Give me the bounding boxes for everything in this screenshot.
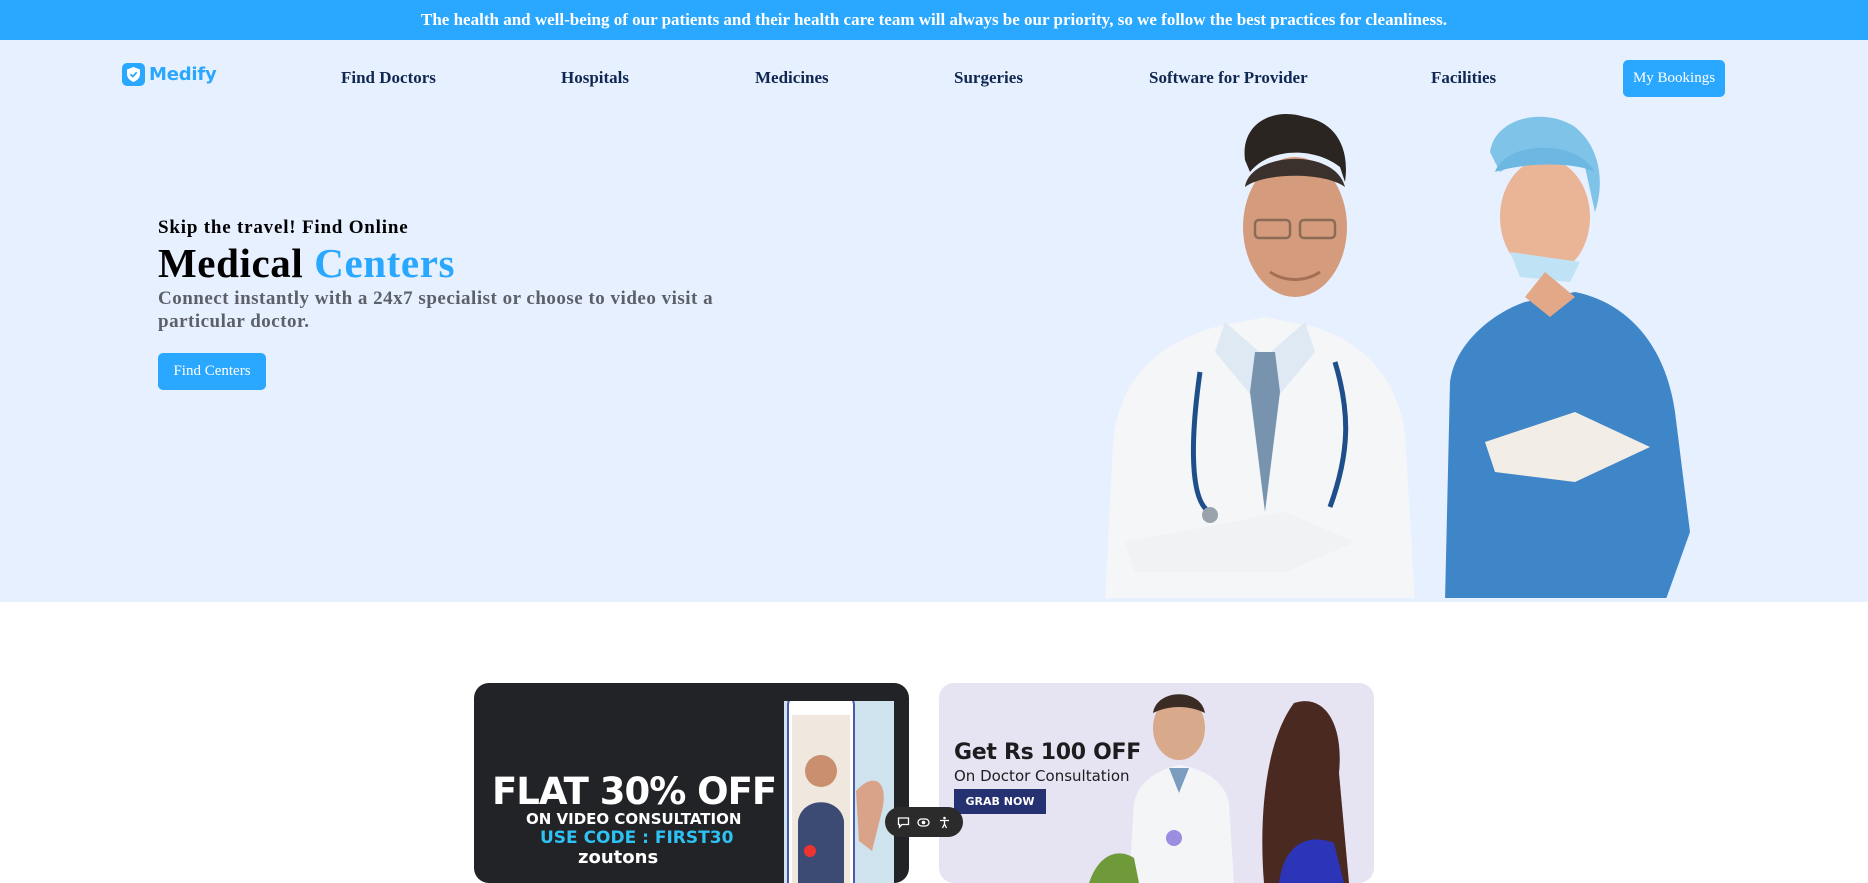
nav-hospitals[interactable]: Hospitals <box>561 68 629 88</box>
offer-card-doctor-consultation[interactable]: Get Rs 100 OFF On Doctor Consultation GR… <box>939 683 1374 883</box>
find-centers-button[interactable]: Find Centers <box>158 353 266 390</box>
shield-check-icon <box>122 63 145 86</box>
floating-toolbar <box>885 807 963 837</box>
nav-software-for-provider[interactable]: Software for Provider <box>1149 68 1308 88</box>
video-call-phone-image <box>784 701 894 883</box>
offer1-code: USE CODE : FIRST30 <box>540 828 734 848</box>
grab-now-button[interactable]: GRAB NOW <box>954 789 1046 814</box>
hero-title: Medical Centers <box>158 239 455 287</box>
chat-icon[interactable] <box>895 814 911 830</box>
announcement-bar: The health and well-being of our patient… <box>0 0 1868 40</box>
hero-title-main: Medical <box>158 240 304 286</box>
hero-description: Connect instantly with a 24x7 specialist… <box>158 288 714 332</box>
nav-medicines[interactable]: Medicines <box>755 68 829 88</box>
eye-icon[interactable] <box>916 814 932 830</box>
hero-subtitle: Skip the travel! Find Online <box>158 217 409 238</box>
my-bookings-button[interactable]: My Bookings <box>1623 60 1725 97</box>
offer1-subline: ON VIDEO CONSULTATION <box>526 810 742 828</box>
nav-surgeries[interactable]: Surgeries <box>954 68 1023 88</box>
doctors-hero-image <box>1105 113 1690 598</box>
offer-card-video-consultation[interactable]: FLAT 30% OFF ON VIDEO CONSULTATION USE C… <box>474 683 909 883</box>
announcement-text: The health and well-being of our patient… <box>421 10 1447 29</box>
accessibility-icon[interactable] <box>937 814 953 830</box>
brand-logo[interactable]: Medify <box>122 63 217 86</box>
doctor-consultation-image <box>1089 694 1349 883</box>
offer1-brand: zoutons <box>578 847 659 868</box>
offer1-headline: FLAT 30% OFF <box>492 770 777 813</box>
brand-name: Medify <box>149 64 217 85</box>
hero-title-accent: Centers <box>314 240 456 286</box>
nav-facilities[interactable]: Facilities <box>1431 68 1496 88</box>
nav-find-doctors[interactable]: Find Doctors <box>341 68 436 88</box>
